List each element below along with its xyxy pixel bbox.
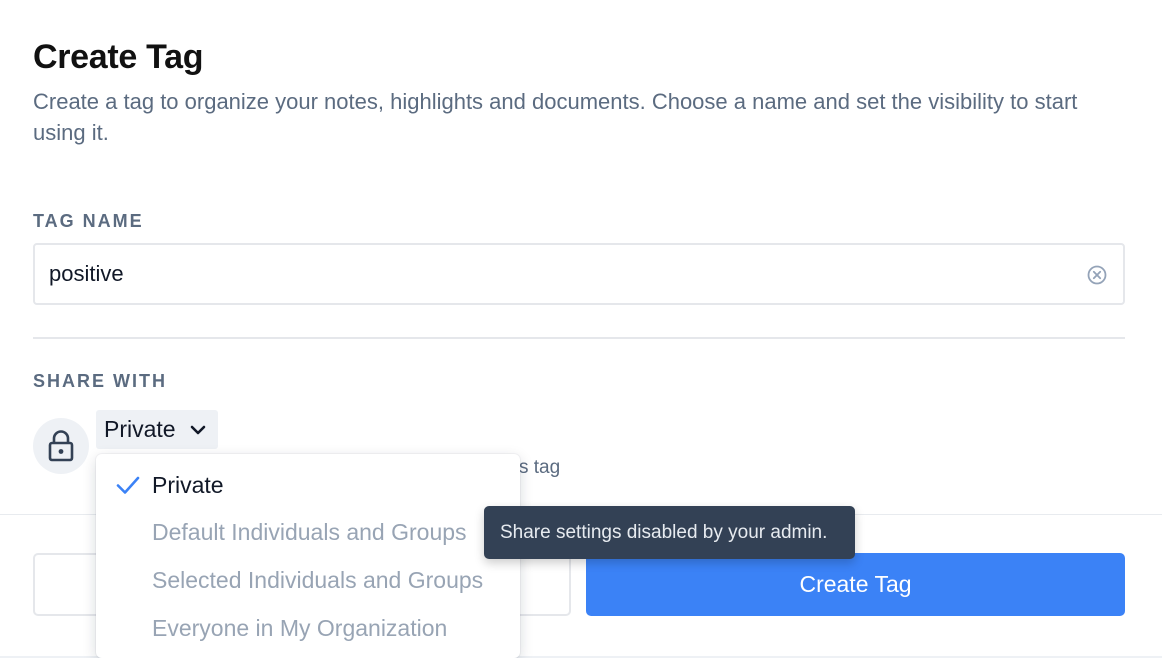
section-divider [33,337,1125,339]
dropdown-option-label: Selected Individuals and Groups [152,566,484,593]
chevron-down-icon [190,425,205,434]
dropdown-option-label: Everyone in My Organization [152,614,448,641]
tag-name-label: TAG NAME [33,211,144,231]
check-icon [116,476,140,494]
dropdown-option-label: Default Individuals and Groups [152,518,467,545]
share-disabled-tooltip: Share settings disabled by your admin. [484,506,855,559]
dropdown-option-private[interactable]: Private [96,462,520,508]
visibility-helper-text: s tag [519,457,561,478]
tag-name-field[interactable] [33,243,1125,305]
visibility-select[interactable]: Private [96,410,218,449]
dropdown-option-label: Private [152,471,224,498]
visibility-select-value: Private [104,416,176,442]
dropdown-option-selected-individuals[interactable]: Selected Individuals and Groups [96,557,520,603]
create-tag-button[interactable]: Create Tag [586,553,1125,616]
page-title: Create Tag [33,38,204,76]
dropdown-option-default-individuals[interactable]: Default Individuals and Groups [96,509,520,555]
page-description: Create a tag to organize your notes, hig… [33,89,1078,145]
clear-icon[interactable] [1085,263,1109,287]
dropdown-option-everyone[interactable]: Everyone in My Organization [96,605,520,651]
tag-name-input[interactable] [49,245,1049,303]
lock-avatar [33,418,89,474]
lock-icon [48,430,74,462]
share-with-label: SHARE WITH [33,371,167,391]
visibility-dropdown-menu: Private Default Individuals and Groups S… [96,454,520,658]
